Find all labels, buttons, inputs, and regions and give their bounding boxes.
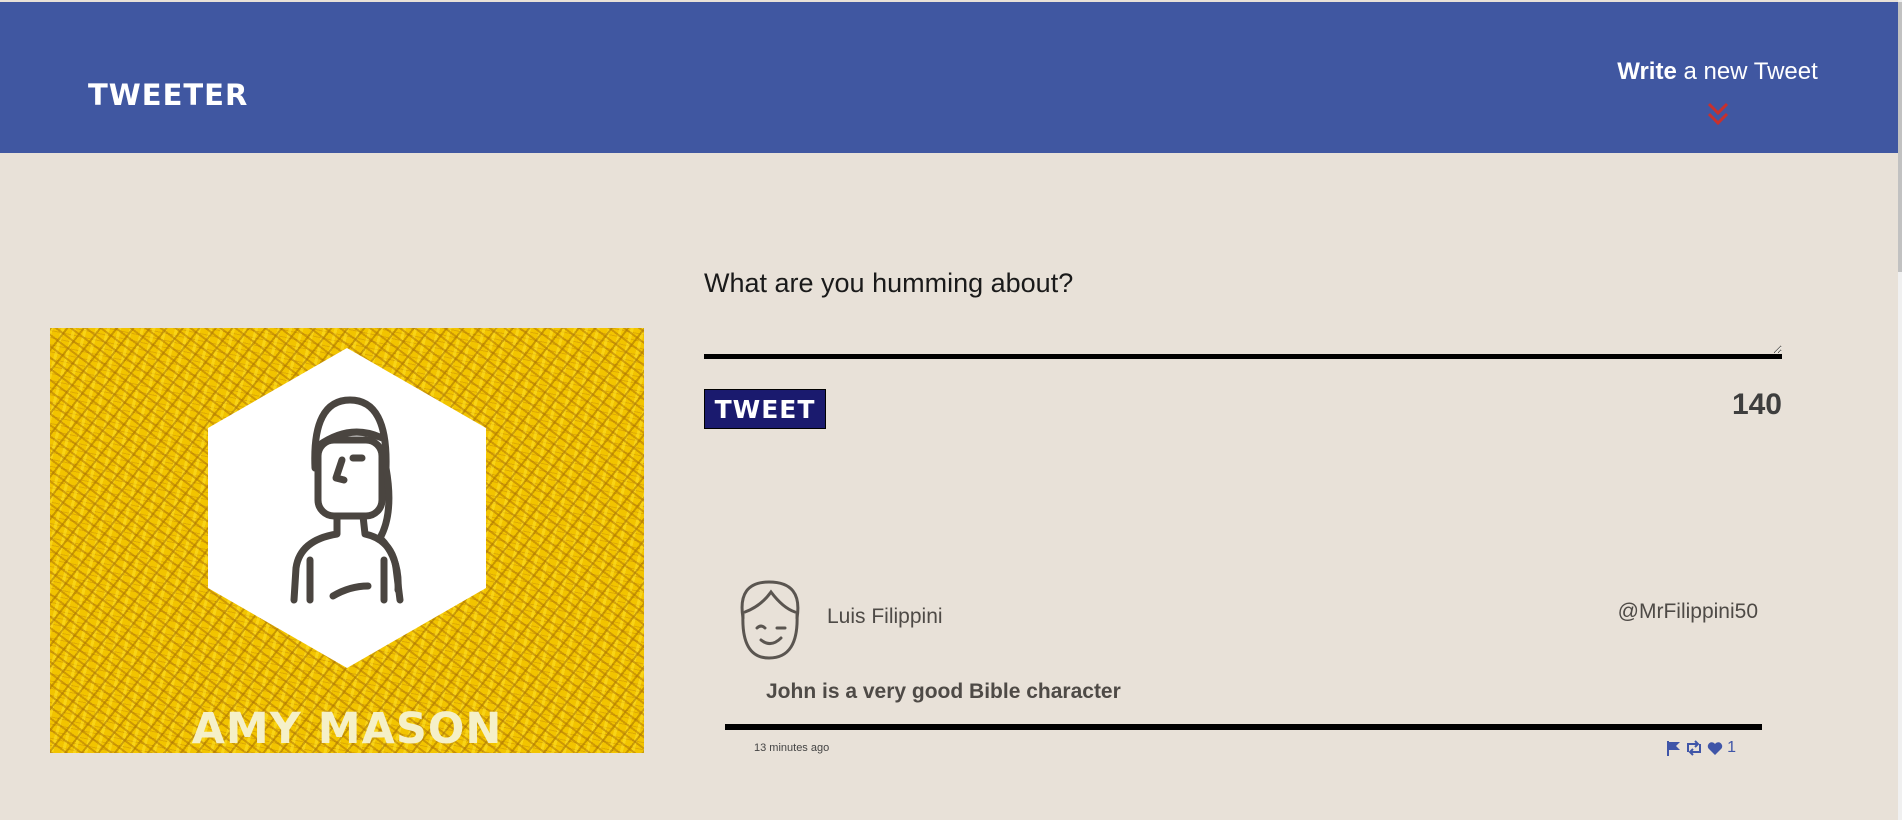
tweet-content: John is a very good Bible character [766,680,1121,703]
profile-hexagon [208,348,486,668]
heart-icon[interactable] [1707,741,1723,756]
write-new-tweet-label[interactable]: Write a new Tweet [1610,58,1825,86]
like-count: 1 [1727,739,1736,756]
tweet-author-name: Luis Filippini [827,605,943,628]
compose-prompt: What are you humming about? [704,268,1074,298]
char-counter: 140 [1731,388,1782,421]
retweet-icon[interactable] [1685,740,1703,756]
scrollbar-thumb[interactable] [1898,2,1902,272]
double-chevron-down-icon[interactable] [1704,100,1732,128]
flag-icon[interactable] [1666,740,1681,757]
brand-logo[interactable]: TWEETER [88,78,248,112]
write-label-rest: a new Tweet [1676,58,1818,85]
scrollbar[interactable] [1898,0,1902,820]
tweet-button[interactable]: TWEET [704,389,826,429]
profile-name: AMY MASON [191,704,503,753]
tweet-textarea[interactable] [704,312,1782,359]
tweet-divider [725,724,1762,730]
man-avatar-icon [740,580,800,660]
write-new-tweet-toggle[interactable]: Write a new Tweet [1610,58,1825,128]
profile-card: AMY MASON [50,328,644,753]
write-label-strong: Write [1617,58,1677,85]
tweet-author-handle: @MrFilippini50 [1617,600,1758,623]
header-bar: TWEETER Write a new Tweet [0,2,1898,153]
tweet-timestamp: 13 minutes ago [754,742,830,754]
tweet-actions: 1 [1664,738,1736,758]
